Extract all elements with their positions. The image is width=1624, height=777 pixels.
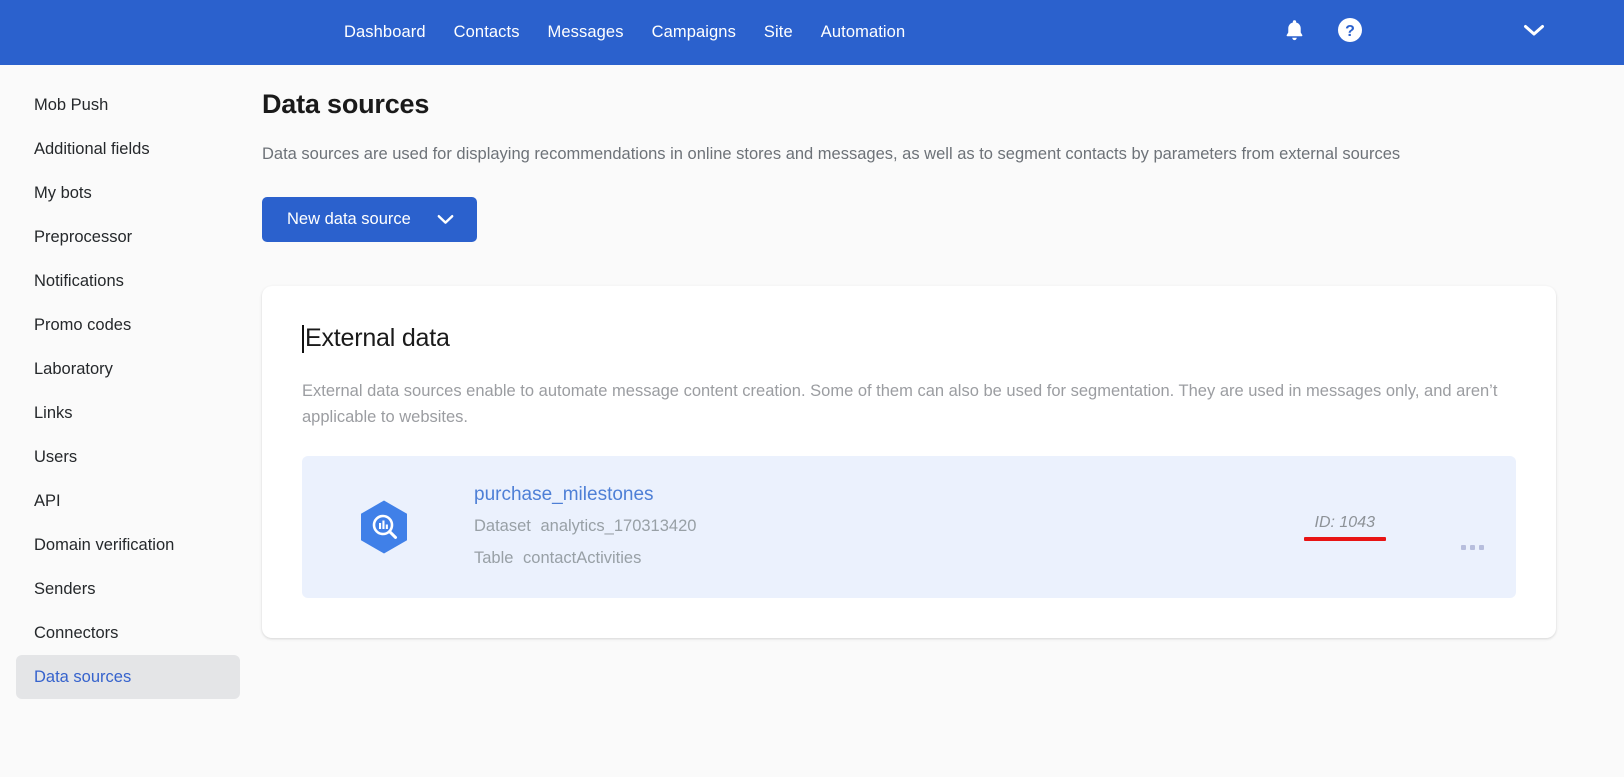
dataset-label: Dataset: [474, 517, 531, 535]
page-description: Data sources are used for displaying rec…: [262, 145, 1401, 163]
data-source-id-wrap: ID: 1043: [1303, 513, 1386, 541]
nav-item-contacts[interactable]: Contacts: [454, 24, 520, 41]
main-content: Data sources Data sources are used for d…: [262, 65, 1624, 777]
nav-item-campaigns[interactable]: Campaigns: [652, 24, 736, 41]
primary-nav: Dashboard Contacts Messages Campaigns Si…: [344, 24, 905, 41]
nav-item-site[interactable]: Site: [764, 24, 793, 41]
sidebar-item-additional-fields[interactable]: Additional fields: [0, 127, 240, 171]
kebab-dot: [1461, 544, 1466, 550]
top-nav-actions: ?: [1274, 0, 1624, 65]
dataset-value: analytics_170313420: [540, 517, 697, 535]
data-source-info: purchase_milestones Dataset analytics_17…: [474, 482, 696, 572]
card-description: External data sources enable to automate…: [302, 382, 1498, 426]
sidebar-item-users[interactable]: Users: [0, 435, 240, 479]
sidebar-item-preprocessor[interactable]: Preprocessor: [0, 215, 240, 259]
card-title: External data: [305, 324, 450, 352]
sidebar-item-mob-push[interactable]: Mob Push: [0, 83, 240, 127]
sidebar-item-connectors[interactable]: Connectors: [0, 611, 240, 655]
data-source-row-right: ID: 1043: [1303, 505, 1484, 550]
data-source-table: Table contactActivities: [474, 544, 696, 572]
account-menu-button[interactable]: [1514, 13, 1554, 53]
data-source-id: ID: 1043: [1314, 513, 1375, 531]
top-navigation-bar: Dashboard Contacts Messages Campaigns Si…: [0, 0, 1624, 65]
sidebar-item-notifications[interactable]: Notifications: [0, 259, 240, 303]
sidebar-item-promo-codes[interactable]: Promo codes: [0, 303, 240, 347]
kebab-dot: [1479, 544, 1484, 550]
new-data-source-label: New data source: [287, 210, 411, 228]
sidebar-item-links[interactable]: Links: [0, 391, 240, 435]
table-label: Table: [474, 549, 514, 567]
sidebar-item-data-sources[interactable]: Data sources: [16, 655, 240, 699]
data-source-dataset: Dataset analytics_170313420: [474, 512, 696, 540]
table-value: contactActivities: [523, 549, 642, 567]
chevron-down-icon: [1523, 23, 1545, 42]
chevron-down-icon: [437, 214, 454, 225]
svg-text:?: ?: [1345, 23, 1355, 40]
sidebar-item-senders[interactable]: Senders: [0, 567, 240, 611]
sidebar-item-laboratory[interactable]: Laboratory: [0, 347, 240, 391]
data-source-row[interactable]: purchase_milestones Dataset analytics_17…: [302, 456, 1516, 598]
bell-icon: [1283, 18, 1306, 48]
help-button[interactable]: ?: [1330, 13, 1370, 53]
page-title: Data sources: [262, 89, 430, 119]
external-data-card: External data External data sources enab…: [262, 286, 1556, 638]
notifications-button[interactable]: [1274, 13, 1314, 53]
sidebar-item-domain-verification[interactable]: Domain verification: [0, 523, 240, 567]
page-body: Mob Push Additional fields My bots Prepr…: [0, 65, 1624, 777]
id-highlight-underline: [1303, 536, 1386, 541]
nav-item-dashboard[interactable]: Dashboard: [344, 24, 426, 41]
card-title-row: External data: [302, 324, 1516, 353]
nav-item-messages[interactable]: Messages: [548, 24, 624, 41]
kebab-menu-icon[interactable]: [1461, 544, 1484, 550]
nav-item-automation[interactable]: Automation: [821, 24, 905, 41]
text-cursor-caret: [302, 324, 304, 353]
bigquery-hexagon-icon: [358, 500, 410, 554]
sidebar-item-my-bots[interactable]: My bots: [0, 171, 240, 215]
sidebar-item-api[interactable]: API: [0, 479, 240, 523]
sidebar: Mob Push Additional fields My bots Prepr…: [0, 65, 262, 777]
data-source-name-link[interactable]: purchase_milestones: [474, 482, 696, 508]
help-circle-icon: ?: [1337, 17, 1363, 48]
new-data-source-button[interactable]: New data source: [262, 197, 477, 242]
kebab-dot: [1470, 544, 1475, 550]
